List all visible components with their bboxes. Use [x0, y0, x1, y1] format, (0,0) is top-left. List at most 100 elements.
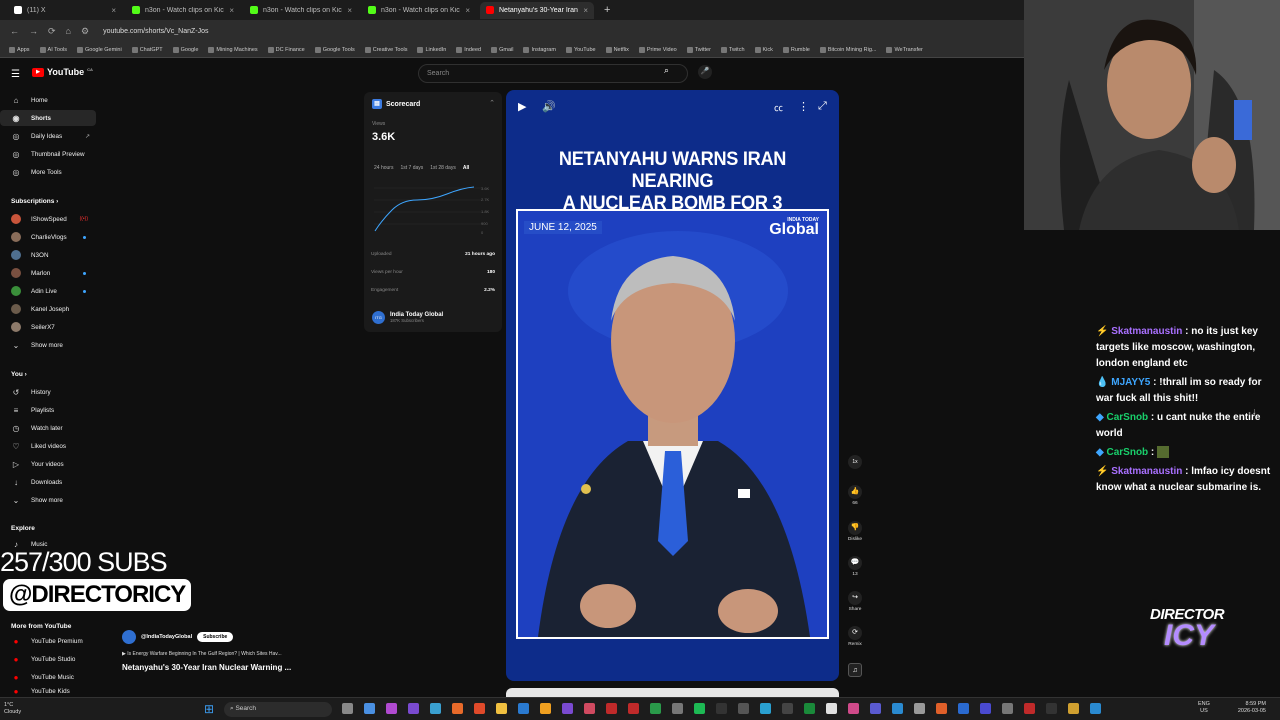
- taskbar-app-icon[interactable]: [760, 703, 771, 714]
- language-indicator[interactable]: ENG US: [1198, 701, 1210, 715]
- subscription-item[interactable]: N3ON: [0, 247, 96, 263]
- like-button[interactable]: 👍 66: [844, 485, 866, 506]
- channel-info[interactable]: ITG India Today Global 187K Subscribers: [372, 311, 443, 324]
- sidebar-item-playlists[interactable]: ≡ Playlists: [0, 402, 96, 418]
- subscription-item[interactable]: Kanel Joseph: [0, 301, 96, 317]
- reload-icon[interactable]: ⟳: [48, 26, 56, 37]
- browser-tab[interactable]: n3on - Watch clips on Kick ×: [126, 2, 240, 19]
- sidebar-item-downloads[interactable]: ↓ Downloads: [0, 474, 96, 490]
- taskbar-app-icon[interactable]: [606, 703, 617, 714]
- browser-tab[interactable]: (11) X ×: [8, 2, 122, 19]
- close-tab-icon[interactable]: ×: [347, 6, 352, 15]
- taskbar-app-icon[interactable]: [672, 703, 683, 714]
- taskbar-app-icon[interactable]: [936, 703, 947, 714]
- subscribe-button[interactable]: Subscribe: [197, 632, 234, 642]
- taskbar-app-icon[interactable]: [364, 703, 375, 714]
- taskbar-app-icon[interactable]: [848, 703, 859, 714]
- taskbar-app-icon[interactable]: [496, 703, 507, 714]
- close-tab-icon[interactable]: ×: [465, 6, 470, 15]
- taskbar-app-icon[interactable]: [628, 703, 639, 714]
- volume-icon[interactable]: 🔊: [542, 100, 556, 113]
- system-clock[interactable]: 8:59 PM 2026-03-05: [1238, 701, 1266, 715]
- bookmark-item[interactable]: Bitcoin Mining Rig...: [817, 46, 880, 53]
- dislike-button[interactable]: 👎 Dislike: [844, 521, 866, 542]
- browser-tab-active[interactable]: Netanyahu's 30-Year Iran Nucl...×: [480, 1, 594, 19]
- bookmark-item[interactable]: Kick: [752, 46, 776, 53]
- taskbar-app-icon[interactable]: [694, 703, 705, 714]
- menu-icon[interactable]: ☰: [11, 69, 21, 80]
- captions-icon[interactable]: ㏄: [774, 101, 783, 114]
- play-icon[interactable]: ▶: [518, 100, 526, 113]
- shorts-player[interactable]: ▶ 🔊 ㏄ ⋮ ⤢ NETANYAHU WARNS IRAN NEARING A…: [506, 90, 839, 681]
- taskbar-search[interactable]: ⌕ Search: [224, 702, 332, 717]
- range-28d[interactable]: 1st 28 days: [430, 165, 456, 171]
- taskbar-app-icon[interactable]: [408, 703, 419, 714]
- taskbar-app-icon[interactable]: [782, 703, 793, 714]
- sidebar-item-shorts[interactable]: ◉ Shorts: [0, 110, 96, 126]
- new-tab-button[interactable]: +: [598, 4, 616, 16]
- search-icon[interactable]: ⌕: [664, 65, 669, 76]
- taskbar-app-icon[interactable]: [562, 703, 573, 714]
- sidebar-item-youtube-premium[interactable]: ● YouTube Premium: [0, 633, 96, 649]
- bookmark-item[interactable]: YouTube: [563, 46, 599, 53]
- taskbar-app-icon[interactable]: [386, 703, 397, 714]
- close-tab-icon[interactable]: ×: [229, 6, 234, 15]
- bookmark-item[interactable]: Apps: [6, 46, 33, 53]
- bookmark-item[interactable]: Rumble: [780, 46, 813, 53]
- bookmark-item[interactable]: Twitter: [684, 46, 714, 53]
- sidebar-item-home[interactable]: ⌂ Home: [0, 92, 96, 108]
- channel-avatar[interactable]: [122, 630, 136, 644]
- search-input[interactable]: Search: [418, 64, 688, 83]
- taskbar-app-icon[interactable]: [518, 703, 529, 714]
- collapse-icon[interactable]: ⌃: [489, 99, 495, 107]
- show-more-button[interactable]: ⌄ Show more: [0, 492, 96, 508]
- bookmark-item[interactable]: ChatGPT: [129, 46, 166, 53]
- sound-button[interactable]: ♫: [844, 663, 866, 679]
- sidebar-item-youtube-kids[interactable]: ● YouTube Kids: [0, 687, 96, 695]
- close-tab-icon[interactable]: ×: [583, 6, 588, 15]
- taskbar-app-icon[interactable]: [804, 703, 815, 714]
- subscription-item[interactable]: CharlieVlogs: [0, 229, 96, 245]
- windows-start-icon[interactable]: ⊞: [204, 702, 214, 716]
- sidebar-item-youtube-studio[interactable]: ● YouTube Studio: [0, 651, 96, 667]
- mic-icon[interactable]: 🎤: [698, 65, 712, 79]
- home-icon[interactable]: ⌂: [66, 26, 71, 36]
- taskbar-app-icon[interactable]: [738, 703, 749, 714]
- taskbar-app-icon[interactable]: [452, 703, 463, 714]
- taskbar-app-icon[interactable]: [1002, 703, 1013, 714]
- sidebar-item-more-tools[interactable]: ◎ More Tools: [0, 164, 96, 180]
- back-icon[interactable]: ←: [10, 26, 19, 36]
- channel-handle[interactable]: @IndiaTodayGlobal: [141, 634, 192, 640]
- subscriptions-heading[interactable]: Subscriptions ›: [11, 198, 58, 205]
- weather-widget[interactable]: 1°C Cloudy: [4, 702, 21, 716]
- bookmark-item[interactable]: Mining Machines: [205, 46, 260, 53]
- bookmark-item[interactable]: Creative Tools: [362, 46, 411, 53]
- bookmark-item[interactable]: Google Gemini: [74, 46, 125, 53]
- site-info-icon[interactable]: ⚙: [81, 26, 89, 37]
- browser-tab[interactable]: n3on - Watch clips on Kick ×: [362, 2, 476, 19]
- bookmark-item[interactable]: WeTransfer: [883, 46, 925, 53]
- speed-button[interactable]: 1x: [844, 455, 866, 471]
- taskbar-app-icon[interactable]: [1068, 703, 1079, 714]
- subscription-item[interactable]: IShowSpeed ((•)): [0, 211, 96, 227]
- bookmark-item[interactable]: Prime Video: [636, 46, 680, 53]
- url-field[interactable]: youtube.com/shorts/Vc_NanZ-Jos: [103, 28, 208, 35]
- sidebar-item-thumbnail-preview[interactable]: ◎ Thumbnail Preview: [0, 146, 96, 162]
- bookmark-item[interactable]: Twitch: [718, 46, 748, 53]
- range-24h[interactable]: 24 hours: [374, 165, 393, 171]
- taskbar-app-icon[interactable]: [474, 703, 485, 714]
- taskbar-app-icon[interactable]: [870, 703, 881, 714]
- taskbar-app-icon[interactable]: [958, 703, 969, 714]
- related-video-link[interactable]: ▶ Is Energy Warfare Beginning In The Gul…: [122, 651, 291, 657]
- you-heading[interactable]: You ›: [11, 371, 27, 378]
- fullscreen-icon[interactable]: ⤢: [818, 100, 827, 113]
- bookmark-item[interactable]: Google Tools: [312, 46, 358, 53]
- next-short-preview[interactable]: [506, 688, 839, 697]
- taskbar-app-icon[interactable]: [584, 703, 595, 714]
- taskbar-app-icon[interactable]: [540, 703, 551, 714]
- sidebar-item-daily-ideas[interactable]: ◎ Daily Ideas ↗: [0, 128, 96, 144]
- bookmark-item[interactable]: Gmail: [488, 46, 516, 53]
- scroll-down-icon[interactable]: ↓: [1252, 406, 1257, 416]
- bookmark-item[interactable]: AI Tools: [37, 46, 70, 53]
- bookmark-item[interactable]: Google: [170, 46, 202, 53]
